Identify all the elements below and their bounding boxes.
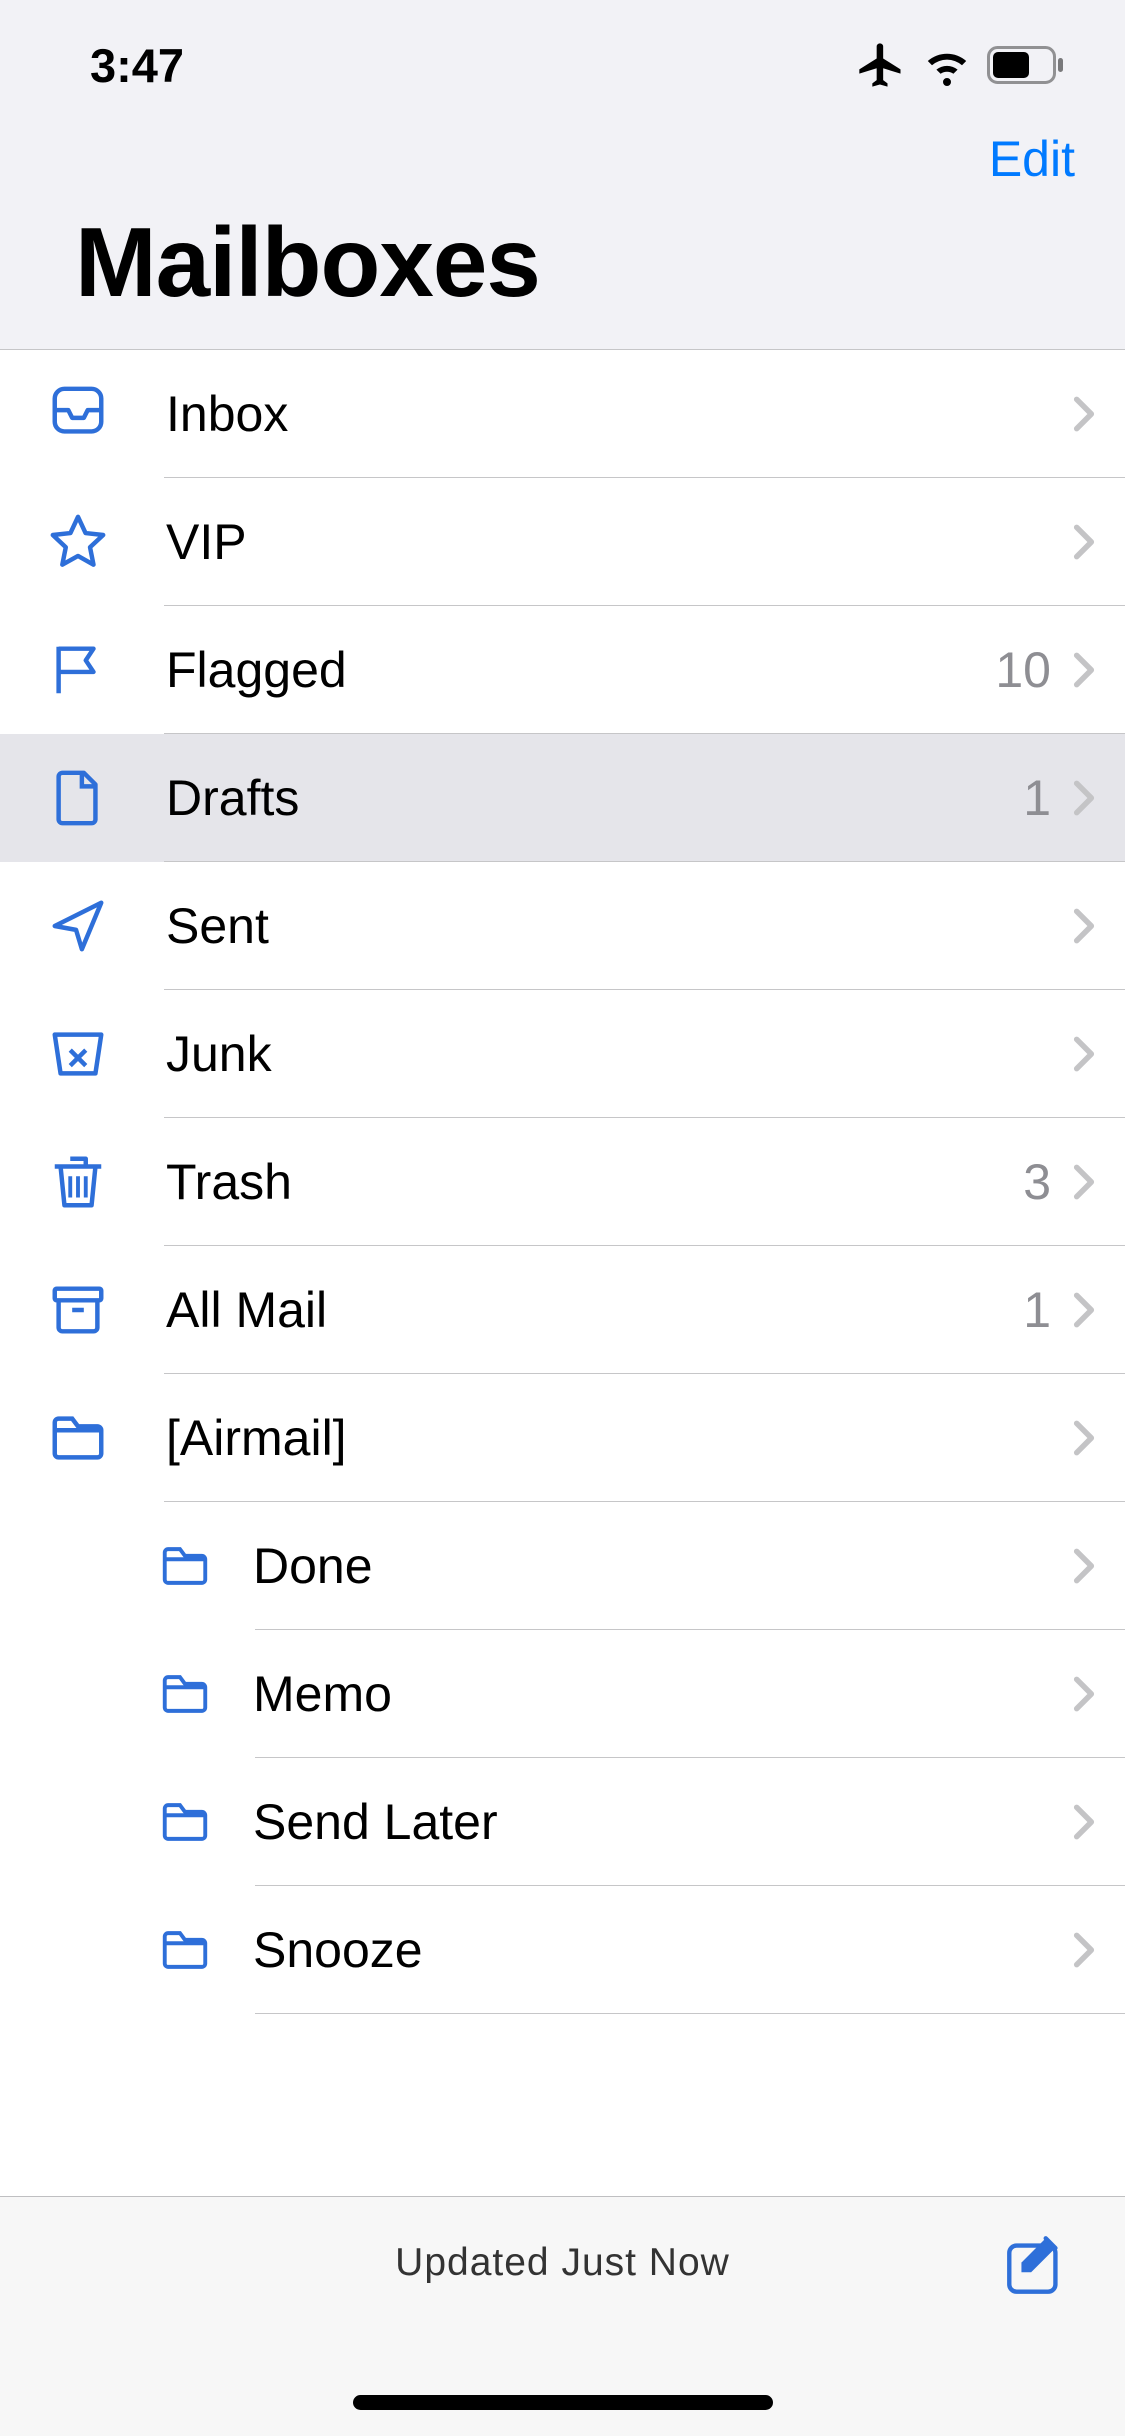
folder-icon bbox=[155, 1792, 215, 1852]
edit-button[interactable]: Edit bbox=[989, 130, 1075, 188]
chevron-right-icon bbox=[1073, 907, 1095, 945]
inbox-icon bbox=[45, 381, 111, 447]
nav-bar: Edit bbox=[0, 130, 1125, 206]
mailbox-count: 3 bbox=[1023, 1153, 1051, 1211]
chevron-right-icon bbox=[1073, 1035, 1095, 1073]
toolbar: Updated Just Now bbox=[0, 2196, 1125, 2436]
chevron-right-icon bbox=[1073, 1419, 1095, 1457]
mailbox-label: Flagged bbox=[166, 641, 995, 699]
mailbox-row-memo[interactable]: Memo bbox=[0, 1630, 1125, 1758]
title-bar: Mailboxes bbox=[0, 206, 1125, 349]
folder-icon bbox=[45, 1405, 111, 1471]
mailbox-label: Drafts bbox=[166, 769, 1023, 827]
airplane-icon bbox=[855, 39, 907, 91]
folder-icon bbox=[155, 1920, 215, 1980]
mailbox-count: 1 bbox=[1023, 769, 1051, 827]
star-icon bbox=[45, 509, 111, 575]
mailbox-label: Sent bbox=[166, 897, 1073, 955]
status-time: 3:47 bbox=[90, 38, 184, 93]
folder-icon bbox=[155, 1536, 215, 1596]
chevron-right-icon bbox=[1073, 523, 1095, 561]
compose-button[interactable] bbox=[1002, 2231, 1070, 2299]
chevron-right-icon bbox=[1073, 779, 1095, 817]
chevron-right-icon bbox=[1073, 1931, 1095, 1969]
updated-status: Updated Just Now bbox=[395, 2241, 730, 2285]
mailbox-label: Done bbox=[253, 1537, 1073, 1595]
mailbox-count: 10 bbox=[995, 641, 1051, 699]
mailbox-row-inbox[interactable]: Inbox bbox=[0, 350, 1125, 478]
mailbox-label: Trash bbox=[166, 1153, 1023, 1211]
mailbox-row-junk[interactable]: Junk bbox=[0, 990, 1125, 1118]
trash-icon bbox=[45, 1149, 111, 1215]
mailbox-label: All Mail bbox=[166, 1281, 1023, 1339]
mailbox-label: VIP bbox=[166, 513, 1073, 571]
mailbox-label: Send Later bbox=[253, 1793, 1073, 1851]
mailbox-row-airmail[interactable]: [Airmail] bbox=[0, 1374, 1125, 1502]
flag-icon bbox=[45, 637, 111, 703]
chevron-right-icon bbox=[1073, 1291, 1095, 1329]
mailbox-row-trash[interactable]: Trash3 bbox=[0, 1118, 1125, 1246]
chevron-right-icon bbox=[1073, 1163, 1095, 1201]
mailbox-count: 1 bbox=[1023, 1281, 1051, 1339]
junk-icon bbox=[45, 1021, 111, 1087]
mailbox-list: InboxVIPFlagged10Drafts1SentJunkTrash3Al… bbox=[0, 349, 1125, 2196]
chevron-right-icon bbox=[1073, 395, 1095, 433]
archive-icon bbox=[45, 1277, 111, 1343]
mailbox-label: Memo bbox=[253, 1665, 1073, 1723]
draft-icon bbox=[45, 765, 111, 831]
mailbox-row-flagged[interactable]: Flagged10 bbox=[0, 606, 1125, 734]
chevron-right-icon bbox=[1073, 651, 1095, 689]
chevron-right-icon bbox=[1073, 1547, 1095, 1585]
chevron-right-icon bbox=[1073, 1803, 1095, 1841]
mailbox-row-snooze[interactable]: Snooze bbox=[0, 1886, 1125, 2014]
wifi-icon bbox=[923, 41, 971, 89]
mailbox-row-drafts[interactable]: Drafts1 bbox=[0, 734, 1125, 862]
mailbox-row-all-mail[interactable]: All Mail1 bbox=[0, 1246, 1125, 1374]
status-bar: 3:47 bbox=[0, 0, 1125, 130]
mailbox-label: [Airmail] bbox=[166, 1409, 1073, 1467]
mailbox-row-vip[interactable]: VIP bbox=[0, 478, 1125, 606]
home-indicator bbox=[353, 2395, 773, 2410]
mailbox-label: Snooze bbox=[253, 1921, 1073, 1979]
mailbox-label: Inbox bbox=[166, 385, 1073, 443]
page-title: Mailboxes bbox=[75, 206, 1125, 319]
chevron-right-icon bbox=[1073, 1675, 1095, 1713]
status-icons bbox=[855, 39, 1065, 91]
sent-icon bbox=[45, 893, 111, 959]
mailbox-row-send-later[interactable]: Send Later bbox=[0, 1758, 1125, 1886]
mailbox-label: Junk bbox=[166, 1025, 1073, 1083]
mailbox-row-done[interactable]: Done bbox=[0, 1502, 1125, 1630]
folder-icon bbox=[155, 1664, 215, 1724]
mailbox-row-sent[interactable]: Sent bbox=[0, 862, 1125, 990]
battery-icon bbox=[987, 46, 1065, 84]
